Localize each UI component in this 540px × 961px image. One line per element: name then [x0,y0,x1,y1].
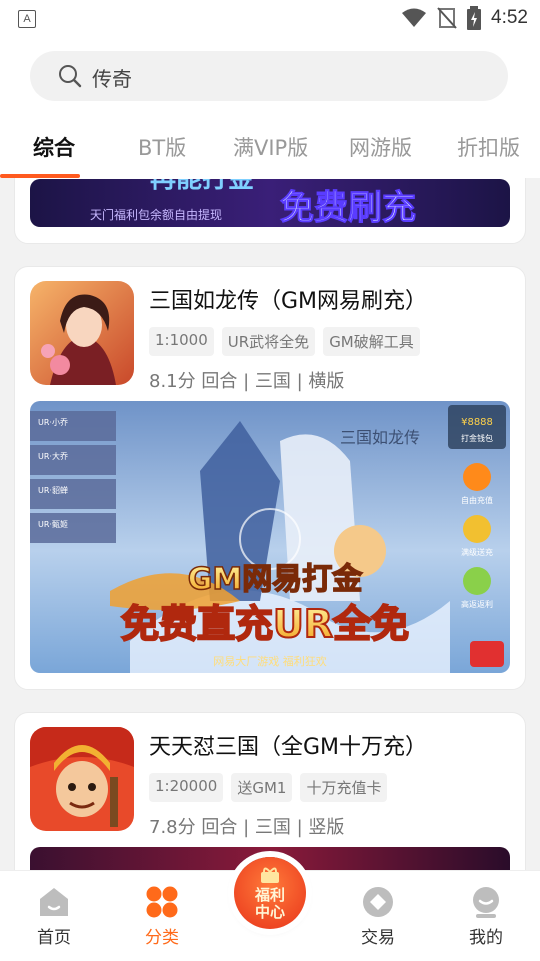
welfare-label-line1: 福利 [254,886,285,904]
game-tag: 送GM1 [231,773,293,802]
search-input[interactable]: 传奇 [30,51,508,101]
banner-footer: 网易大厂游戏 福利狂欢 [213,654,327,668]
gift-icon [261,867,279,883]
banner-logo: 三国如龙传 [340,428,420,447]
tab-vip[interactable]: 满VIP版 [233,132,308,162]
status-icons: 4:52 [401,6,528,30]
game-tag: GM破解工具 [323,327,420,356]
svg-text:UR·小乔: UR·小乔 [38,417,68,427]
wifi-icon [402,8,427,27]
banner-art: UR·小乔 UR·大乔 UR·貂蝉 UR·甄姬 ¥8888 打金钱包 自由充值 … [30,401,510,673]
game-card[interactable]: 天天怼三国（全GM十万充） 1:20000 送GM1 十万充值卡 7.8分 回合… [14,712,526,870]
svg-text:UR·甄姬: UR·甄姬 [38,519,68,529]
home-icon [40,888,68,916]
game-icon[interactable] [30,281,134,385]
nav-label: 交易 [361,928,395,948]
nav-profile[interactable]: 我的 [446,885,526,948]
game-meta: 8.1分 回合 | 三国 | 横版 [149,371,345,392]
search-icon [59,65,82,88]
svg-text:高返返利: 高返返利 [461,599,493,609]
tab-discount[interactable]: 折扣版 [457,132,520,162]
tab-online[interactable]: 网游版 [349,132,412,162]
nav-home[interactable]: 首页 [14,885,94,948]
banner-art: 再能打金 免费刷充 天门福利包余额自由提现 [90,179,417,227]
game-tag: 1:20000 [149,773,224,802]
svg-text:¥8888: ¥8888 [461,417,493,428]
game-title[interactable]: 天天怼三国（全GM十万充） [149,729,427,761]
keyboard-indicator-icon: A [18,10,36,28]
game-list: 再能打金 免费刷充 天门福利包余额自由提现 三国如龙传（GM网易刷充） 1:10… [0,178,540,870]
search-query-text: 传奇 [92,67,132,91]
category-icon [146,886,178,918]
game-card[interactable]: 三国如龙传（GM网易刷充） 1:1000 UR武将全免 GM破解工具 8.1分 … [14,266,526,690]
game-icon[interactable] [30,727,134,831]
bottom-navigation: 首页 分类 福利 中心 交易 我的 [0,857,540,961]
banner-heading: GM网易打金 [188,562,363,597]
game-icon-art [30,727,134,831]
game-title[interactable]: 三国如龙传（GM网易刷充） [149,283,427,315]
game-card[interactable]: 再能打金 免费刷充 天门福利包余额自由提现 [14,178,526,244]
welfare-center-button[interactable]: 福利 中心 [234,857,306,929]
welfare-label-line2: 中心 [254,903,285,921]
nav-label: 首页 [37,928,71,948]
game-icon-art [30,281,134,385]
game-tags: 1:20000 送GM1 十万充值卡 [149,773,388,802]
trade-icon [363,887,393,917]
game-meta: 7.8分 回合 | 三国 | 竖版 [149,817,345,838]
battery-charging-icon [467,6,482,30]
banner-main-text: 免费刷充 [280,188,416,227]
banner-subtext: 天门福利包余额自由提现 [90,207,222,222]
banner-big-text: 免费直充UR全免 [121,602,409,646]
profile-icon [473,887,499,918]
status-time: 4:52 [491,7,528,28]
game-tags: 1:1000 UR武将全免 GM破解工具 [149,327,420,356]
game-banner[interactable]: UR·小乔 UR·大乔 UR·貂蝉 UR·甄姬 ¥8888 打金钱包 自由充值 … [30,401,510,673]
svg-text:自由充值: 自由充值 [461,495,493,505]
tab-bt[interactable]: BT版 [138,132,186,162]
tab-zonghe[interactable]: 综合 [33,132,75,162]
svg-text:打金钱包: 打金钱包 [461,433,493,443]
svg-text:UR·貂蝉: UR·貂蝉 [38,485,68,495]
no-signal-icon [437,7,457,29]
game-tag: 1:1000 [149,327,214,356]
nav-trade[interactable]: 交易 [338,885,418,948]
svg-text:满级送充: 满级送充 [461,547,493,557]
search-bar-container: 传奇 [0,36,540,116]
category-tabs: 综合 BT版 满VIP版 网游版 折扣版 [0,116,540,178]
game-tag: UR武将全免 [221,327,316,356]
status-bar: A 4:52 [0,0,540,36]
game-banner[interactable]: 再能打金 免费刷充 天门福利包余额自由提现 [30,179,510,227]
game-tag: 十万充值卡 [300,773,388,802]
nav-label: 分类 [145,928,179,948]
nav-category[interactable]: 分类 [122,885,202,948]
banner-top-text: 再能打金 [150,179,255,194]
nav-label: 我的 [469,928,503,948]
svg-text:UR·大乔: UR·大乔 [38,451,68,461]
